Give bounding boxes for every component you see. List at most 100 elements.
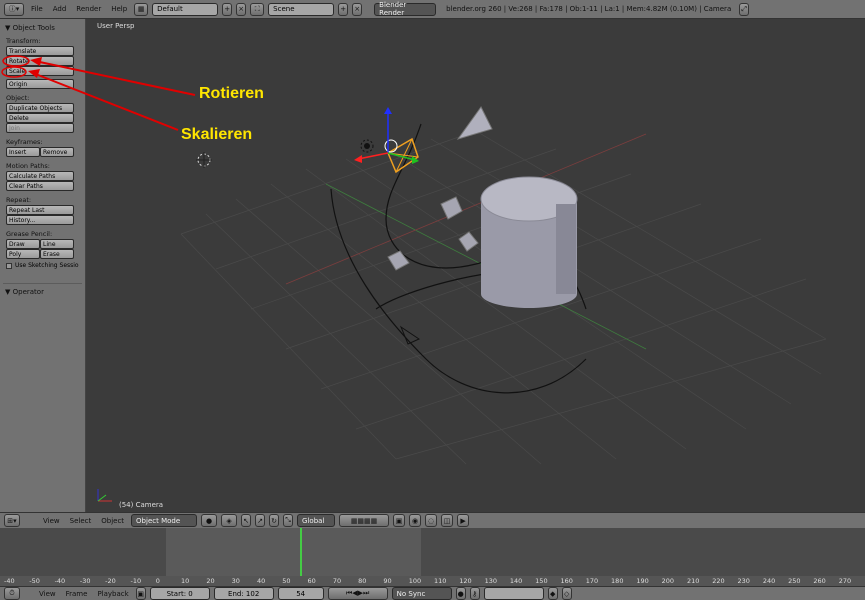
object-name-label: (54) Camera [119, 501, 164, 509]
sync-selector[interactable]: No Sync [391, 587, 452, 600]
menu-object[interactable]: Object [98, 517, 127, 525]
keying-icon[interactable]: ⚷ [469, 587, 480, 600]
cylinder-object[interactable] [480, 176, 578, 308]
timeline-tick: -40 [4, 577, 15, 585]
playback-controls[interactable]: ⏮◀▶⏭ [327, 587, 388, 600]
x-axis-line [285, 133, 647, 285]
proportional-icon[interactable]: ◌ [425, 514, 438, 527]
clear-paths-button[interactable]: Clear Paths [6, 181, 74, 191]
scene-icon[interactable]: ⛶ [250, 2, 265, 16]
frame-range [166, 528, 421, 576]
snap-icon[interactable]: ◉ [409, 514, 422, 527]
line-button[interactable]: Line [40, 239, 74, 249]
calculate-paths-button[interactable]: Calculate Paths [6, 171, 74, 181]
poly-button[interactable]: Poly [6, 249, 40, 259]
layout-icon[interactable]: ▦ [134, 2, 149, 16]
record-icon[interactable]: ● [455, 587, 466, 600]
timeline-tick: 220 [712, 577, 725, 585]
scale-button[interactable]: Scale [6, 66, 74, 76]
cone-object[interactable] [456, 106, 493, 140]
delete-button[interactable]: Delete [6, 113, 74, 123]
panel-title[interactable]: ▼ Object Tools [5, 24, 82, 32]
scene-selector[interactable]: Scene [268, 2, 335, 16]
current-frame-field[interactable]: 54 [277, 587, 324, 600]
insert-keyframe-button[interactable]: Insert [6, 147, 40, 157]
pivot-icon[interactable]: ◈ [221, 514, 238, 527]
timeline-tick: 70 [332, 577, 342, 585]
timeline-ruler[interactable]: -40 -50 -40 -30 -20 -10 0 10 20 30 40 50 60 70 80 90 100… [0, 576, 865, 586]
layout-selector[interactable]: Default [152, 2, 219, 16]
operator-panel-header[interactable]: ▼ Operator [5, 288, 82, 296]
translate-button[interactable]: Translate [6, 46, 74, 56]
timeline-tick: 120 [459, 577, 472, 585]
lamp-object[interactable] [360, 139, 374, 153]
menu-help[interactable]: Help [108, 5, 130, 13]
menu-render[interactable]: Render [73, 5, 104, 13]
scale-annotation: Skalieren [181, 126, 253, 143]
shading-icon[interactable]: ● [201, 514, 218, 527]
translate-manip-icon[interactable]: ↗ [255, 514, 266, 527]
timeline-tick: 180 [611, 577, 624, 585]
manipulator-icon[interactable]: ↖ [241, 514, 252, 527]
timeline-tick: -20 [105, 577, 116, 585]
remove-scene-icon[interactable]: × [352, 2, 363, 16]
timeline-tick: 100 [408, 577, 422, 585]
add-layout-icon[interactable]: + [222, 2, 233, 16]
history-button[interactable]: History... [6, 215, 74, 225]
menu-view[interactable]: View [40, 517, 63, 525]
rotate-annotation: Rotieren [199, 85, 264, 102]
timeline-tick: 160 [560, 577, 573, 585]
start-frame-field[interactable]: Start: 0 [149, 587, 210, 600]
sketching-session-checkbox[interactable]: Use Sketching Sessio [6, 262, 82, 269]
timeline-tick: 20 [206, 577, 215, 585]
duplicate-objects-button[interactable]: Duplicate Objects [6, 103, 74, 113]
camera-render-icon[interactable]: ▶ [457, 514, 470, 527]
repeat-last-button[interactable]: Repeat Last [6, 205, 74, 215]
timeline-editor[interactable]: -40 -50 -40 -30 -20 -10 0 10 20 30 40 50 60 70 80 90 100… [0, 528, 865, 586]
fullscreen-icon[interactable]: ⤢ [739, 2, 750, 16]
current-frame-marker[interactable] [300, 528, 302, 576]
layer-lock-icon[interactable]: ▣ [393, 514, 406, 527]
menu-add[interactable]: Add [50, 5, 70, 13]
menu-frame[interactable]: Frame [63, 590, 91, 598]
object-label: Object: [6, 94, 30, 102]
keying-set-field[interactable] [483, 587, 544, 600]
render-preview-icon[interactable]: ◫ [441, 514, 454, 527]
menu-file[interactable]: File [28, 5, 46, 13]
info-editor-icon[interactable]: ⓘ▾ [4, 2, 24, 16]
timeline-tick: 250 [788, 577, 801, 585]
timeline-tick: 10 [181, 577, 190, 585]
repeat-label: Repeat: [6, 196, 32, 204]
origin-button[interactable]: Origin [6, 79, 74, 89]
rotate-button[interactable]: Rotate [6, 56, 74, 66]
checkbox-box[interactable] [6, 262, 12, 269]
erase-button[interactable]: Erase [40, 249, 74, 259]
timeline-editor-icon[interactable]: ⏱ [4, 587, 20, 600]
preview-range-icon[interactable]: ▣ [135, 587, 146, 600]
timeline-tick: 170 [585, 577, 599, 585]
remove-layout-icon[interactable]: × [236, 2, 247, 16]
join-button[interactable]: Join [6, 123, 74, 133]
orientation-selector[interactable]: Global [297, 514, 336, 527]
delete-key-icon[interactable]: ◇ [561, 587, 572, 600]
panel-divider [3, 283, 82, 284]
editor-type-icon[interactable]: ⊞▾ [4, 514, 20, 527]
scale-manip-icon[interactable]: ⤡ [283, 514, 294, 527]
timeline-tick: 30 [231, 577, 240, 585]
menu-view-timeline[interactable]: View [36, 590, 59, 598]
rotate-manip-icon[interactable]: ↻ [269, 514, 280, 527]
timeline-tick: 90 [383, 577, 392, 585]
end-frame-field[interactable]: End: 102 [213, 587, 274, 600]
selected-camera[interactable] [384, 137, 419, 174]
insert-key-icon[interactable]: ◆ [547, 587, 558, 600]
3d-cursor[interactable] [196, 152, 212, 168]
tool-shelf: ▼ Object Tools Transform: Translate Rota… [0, 19, 86, 512]
remove-keyframe-button[interactable]: Remove [40, 147, 74, 157]
mode-selector[interactable]: Object Mode [131, 514, 198, 527]
add-scene-icon[interactable]: + [338, 2, 349, 16]
draw-button[interactable]: Draw [6, 239, 40, 249]
menu-select[interactable]: Select [67, 517, 95, 525]
layers-grid-icon[interactable]: ▦▦▦▦ [339, 514, 390, 527]
render-engine-selector[interactable]: Blender Render [374, 1, 437, 17]
menu-playback[interactable]: Playback [94, 590, 131, 598]
